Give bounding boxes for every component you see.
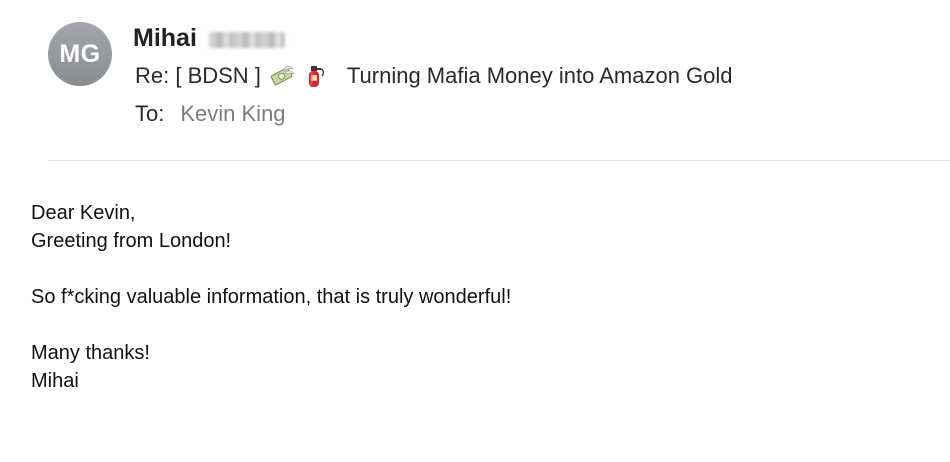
recipient-name[interactable]: Kevin King bbox=[180, 101, 285, 127]
message-body: Dear Kevin, Greeting from London! So f*c… bbox=[31, 199, 511, 395]
signature-line: Mihai bbox=[31, 370, 79, 392]
greeting-line: Dear Kevin, bbox=[31, 202, 136, 224]
subject-line: Re: [ BDSN ] Turning Mafia Money into Am… bbox=[135, 60, 733, 92]
sender-row: Mihai bbox=[133, 21, 285, 55]
header-divider bbox=[48, 160, 950, 161]
thanks-line: Many thanks! bbox=[31, 342, 150, 364]
sender-name[interactable]: Mihai bbox=[133, 24, 197, 53]
main-line: So f*cking valuable information, that is… bbox=[31, 286, 512, 308]
recipient-line: To: Kevin King bbox=[135, 99, 286, 129]
avatar-initials: MG bbox=[59, 39, 101, 68]
sender-avatar[interactable]: MG bbox=[48, 22, 112, 86]
to-label: To: bbox=[135, 101, 165, 126]
message-header: MG Mihai Re: [ BDSN ] Turning Mafia Mone… bbox=[0, 0, 950, 160]
money-with-wings-icon bbox=[269, 63, 295, 89]
fire-extinguisher-icon bbox=[301, 63, 327, 89]
intro-line: Greeting from London! bbox=[31, 230, 232, 252]
redacted-sender-surname bbox=[208, 32, 285, 48]
subject-prefix: Re: [ BDSN ] bbox=[135, 63, 261, 88]
subject-text: Turning Mafia Money into Amazon Gold bbox=[346, 63, 733, 88]
